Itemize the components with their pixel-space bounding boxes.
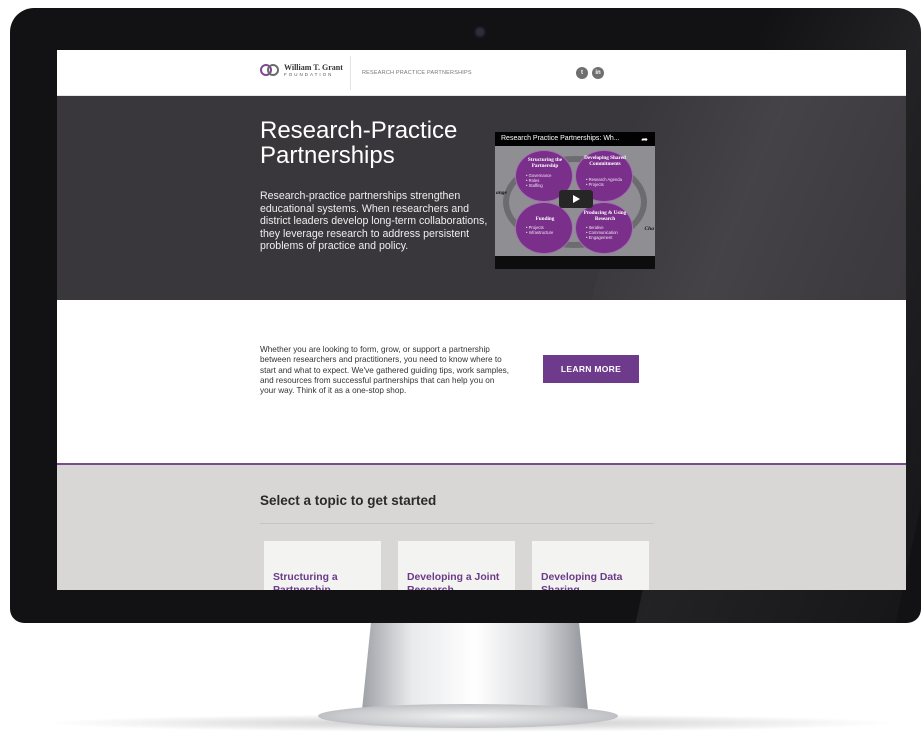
screen: William T. Grant FOUNDATION RESEARCH PRA… (57, 50, 906, 590)
quadrant-bullets: • Governance • Roles • Staffing (526, 173, 552, 188)
quadrant-title: Producing & Using Research (583, 210, 627, 222)
topic-card-label: Developing Data Sharing (541, 572, 623, 590)
foundation-logo[interactable]: William T. Grant FOUNDATION (260, 64, 343, 78)
linkedin-icon[interactable]: in (592, 67, 604, 79)
logo-text: William T. Grant FOUNDATION (284, 64, 343, 78)
topics-heading: Select a topic to get started (260, 493, 437, 508)
monitor-bezel: William T. Grant FOUNDATION RESEARCH PRA… (10, 8, 921, 623)
logo-sub: FOUNDATION (284, 72, 334, 78)
intro-section: Whether you are looking to form, grow, o… (57, 300, 906, 465)
topic-card-label: Developing a Joint Research (407, 572, 500, 590)
video-player[interactable]: ange Cha Structuring the Partnership • G… (495, 132, 655, 269)
topic-card-data-sharing[interactable]: Developing Data Sharing (532, 541, 649, 590)
logo-name: William T. Grant (284, 63, 343, 73)
quadrant-research: Producing & Using Research • Iterative •… (575, 202, 633, 254)
topic-card-label: Structuring a Partnership (273, 572, 338, 590)
quadrant-title: Funding (535, 216, 555, 222)
quadrant-title: Developing Shared Commitments (584, 155, 626, 167)
video-controls-bar (495, 256, 655, 269)
quadrant-bullets: • Research Agenda • Projects (586, 177, 622, 187)
play-icon[interactable] (559, 190, 593, 208)
page-title: Research-Practice Partnerships (260, 117, 458, 169)
camera-icon (476, 28, 484, 36)
quadrant-funding: Funding • Projects • Infrastructure (515, 202, 573, 254)
quadrant-title: Structuring the Partnership (527, 157, 563, 169)
topic-card-research[interactable]: Developing a Joint Research (398, 541, 515, 590)
monitor-stand (362, 622, 588, 710)
video-thumbnail: ange Cha Structuring the Partnership • G… (495, 146, 655, 256)
share-icon[interactable]: ➦ (641, 135, 648, 144)
hero-description: Research-practice partnerships strengthe… (260, 190, 488, 253)
learn-more-button[interactable]: LEARN MORE (543, 355, 639, 383)
site-header: William T. Grant FOUNDATION RESEARCH PRA… (57, 50, 906, 96)
social-links: t in (576, 67, 604, 79)
video-title[interactable]: Research Practice Partnerships: Wh... (495, 132, 655, 146)
video-side-label-left: ange (496, 190, 507, 196)
topic-card-structuring[interactable]: Structuring a Partnership (264, 541, 381, 590)
intro-text: Whether you are looking to form, grow, o… (260, 345, 509, 396)
video-side-label-right: Cha (644, 226, 654, 232)
topics-section: Select a topic to get started Structurin… (57, 465, 906, 590)
quadrant-bullets: • Iterative • Communication • Engagement (586, 225, 618, 240)
hero-section: Research-Practice Partnerships Research-… (57, 96, 906, 300)
nav-link-rpp[interactable]: RESEARCH PRACTICE PARTNERSHIPS (362, 70, 472, 76)
divider (260, 523, 654, 524)
header-divider (350, 56, 351, 90)
twitter-icon[interactable]: t (576, 67, 588, 79)
logo-circles-icon (260, 64, 280, 78)
monitor-mockup: William T. Grant FOUNDATION RESEARCH PRA… (0, 0, 921, 740)
monitor-base (318, 704, 618, 728)
quadrant-bullets: • Projects • Infrastructure (526, 225, 554, 235)
